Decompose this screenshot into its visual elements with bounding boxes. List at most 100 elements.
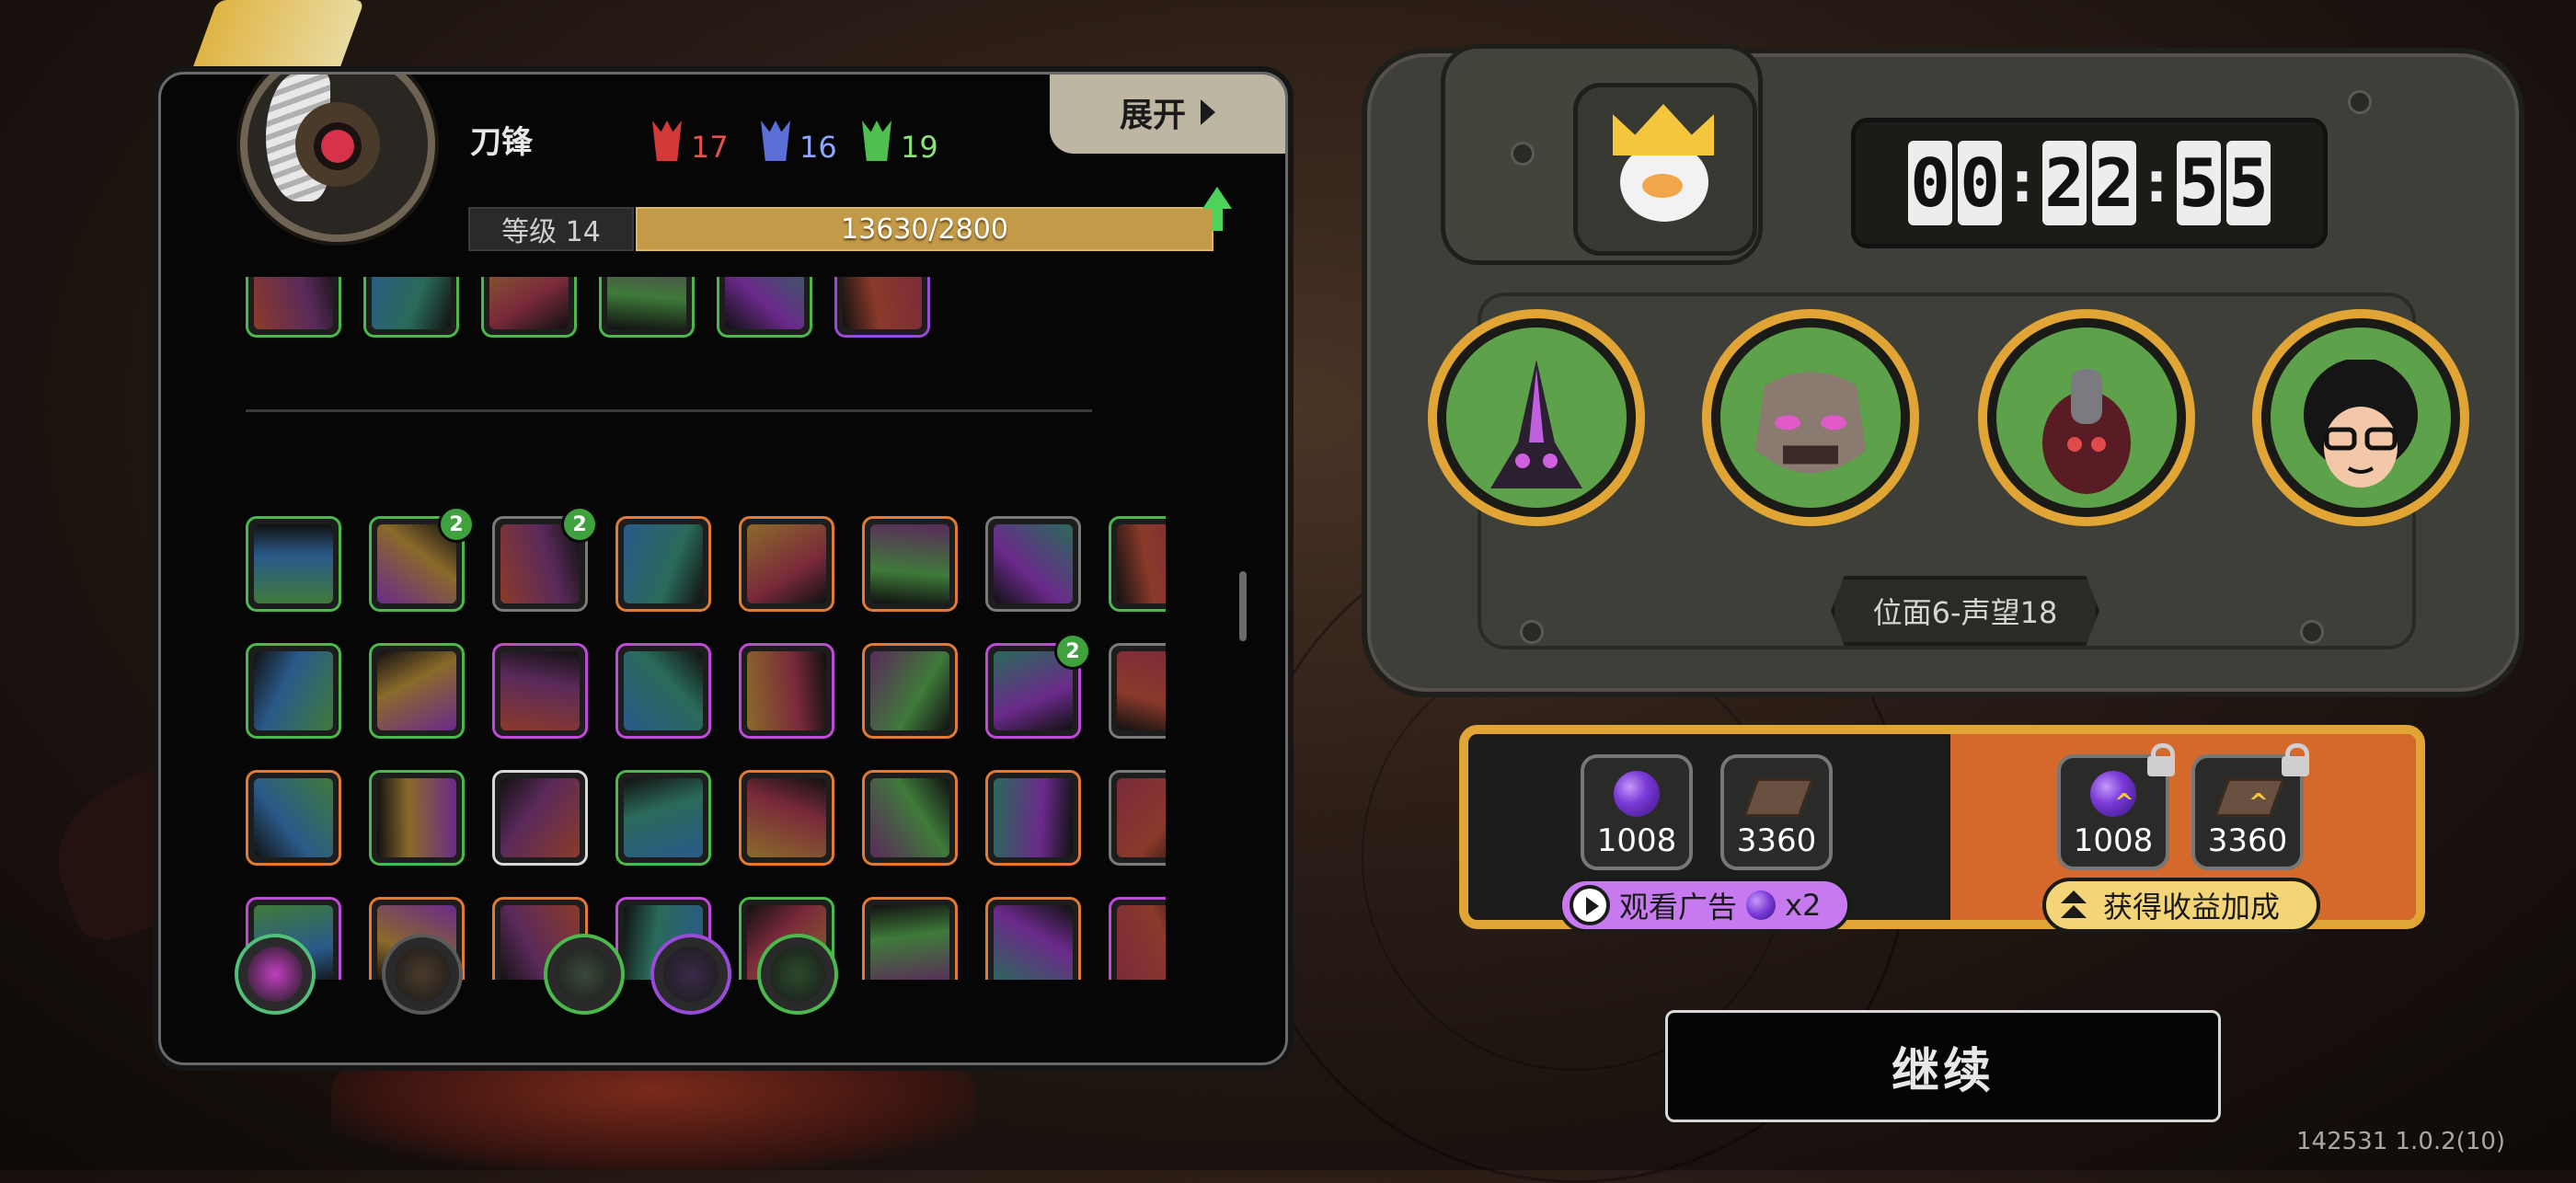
character-portrait-curly[interactable]: [2252, 309, 2469, 526]
watch-ad-label: 观看广告: [1619, 890, 1738, 925]
skill-art: [624, 778, 703, 857]
skill-green-blade-icon[interactable]: [985, 770, 1081, 866]
skill-pink-feather-icon[interactable]: 2: [1109, 516, 1166, 612]
reward-value: 1008: [2073, 822, 2154, 859]
skill-art: [624, 524, 703, 603]
skill-gold-wings-icon[interactable]: [492, 770, 588, 866]
continue-button[interactable]: 继续: [1665, 1010, 2221, 1122]
skill-art: [870, 651, 949, 730]
reward-item-book[interactable]: 3360: [1720, 754, 1833, 870]
skill-art: [254, 277, 333, 329]
crown-icon: [1613, 104, 1714, 155]
skill-gold-dragon-icon[interactable]: [717, 277, 812, 338]
screw: [2300, 620, 2324, 644]
skill-green-spikes-icon[interactable]: [481, 277, 577, 338]
king-portrait: [1573, 83, 1757, 256]
boost-chevron-icon: ^: [2114, 789, 2134, 817]
skill-purple-gold-banner-icon[interactable]: [363, 277, 459, 338]
filter-icons-row: [235, 928, 1155, 1029]
pink-flame-icon[interactable]: [235, 934, 316, 1015]
skill-gold-bird-icon[interactable]: [862, 516, 958, 612]
reward-value: 1008: [1596, 822, 1677, 859]
skill-red-hand-icon[interactable]: [739, 643, 834, 739]
skill-green-flame-icon[interactable]: [599, 277, 695, 338]
get-bonus-button[interactable]: 获得收益加成: [2042, 878, 2320, 933]
reward-machine: 0 0 : 2 2 : 5 5 位面6-声望18: [1362, 44, 2524, 697]
skill-art: [870, 524, 949, 603]
skill-blue-lightning-icon[interactable]: [1109, 643, 1166, 739]
skill-green-wind-icon[interactable]: 2: [369, 506, 475, 612]
bonus-item-book[interactable]: ^ 3360: [2191, 743, 2309, 870]
skill-blue-serpent-icon[interactable]: [1109, 770, 1166, 866]
skill-art: [843, 277, 922, 329]
character-portrait-knight[interactable]: [1978, 309, 2195, 526]
character-portrait-horned[interactable]: [1428, 309, 1645, 526]
skill-red-gear-icon[interactable]: [739, 770, 834, 866]
skill-hooded-figure-icon[interactable]: [246, 277, 341, 338]
filter-icon-art: [770, 947, 825, 1002]
gold-bird-icon[interactable]: [382, 934, 463, 1015]
flask-orb-icon[interactable]: [757, 934, 838, 1015]
hero-name: 刀锋: [470, 124, 533, 161]
skill-art: [747, 524, 826, 603]
timer-digit: 2: [2092, 141, 2136, 225]
red-mask-icon: [649, 115, 685, 165]
skill-art: [377, 778, 456, 857]
skill-pink-crystal-icon[interactable]: [862, 643, 958, 739]
skill-count-badge: 2: [438, 506, 475, 543]
timer-digit: 5: [2226, 141, 2271, 225]
skill-blue-gem-burst-icon[interactable]: [615, 643, 711, 739]
stat-green-value: 19: [901, 130, 938, 165]
skill-scrollbar[interactable]: [1239, 571, 1247, 641]
skill-gold-compass-icon[interactable]: [862, 770, 958, 866]
skill-green-rune-icon[interactable]: [615, 770, 711, 866]
screw: [2348, 90, 2372, 114]
timer-colon: :: [2145, 151, 2168, 215]
skill-list[interactable]: 2222: [246, 277, 1166, 980]
double-chevron-up-icon: [2055, 887, 2092, 924]
skill-art: [1117, 651, 1166, 730]
stat-green: 19: [858, 115, 938, 165]
skill-art: [500, 778, 580, 857]
bonus-item-gem[interactable]: ^ 1008: [2057, 743, 2175, 870]
skill-pink-mask-icon[interactable]: [739, 516, 834, 612]
triangle-orb-icon[interactable]: [544, 934, 625, 1015]
stat-red-value: 17: [691, 130, 729, 165]
lock-icon: [2145, 743, 2177, 776]
skill-red-claws-icon[interactable]: [985, 516, 1081, 612]
skill-art: [624, 651, 703, 730]
character-portrait-masked[interactable]: [1702, 309, 1919, 526]
heart-orb-icon[interactable]: [650, 934, 731, 1015]
expand-button[interactable]: 展开: [1050, 75, 1285, 154]
screw: [1520, 620, 1544, 644]
purple-gem-icon: [1614, 771, 1660, 817]
skill-red-spiral-icon[interactable]: [246, 643, 341, 739]
skill-purple-helmet-icon[interactable]: [834, 277, 930, 338]
skill-art: [747, 778, 826, 857]
watch-ad-button[interactable]: 观看广告 x2: [1558, 878, 1851, 933]
hero-avatar[interactable]: [240, 75, 435, 242]
timer-digit: 0: [1958, 141, 2002, 225]
skill-purple-eye-icon[interactable]: [492, 643, 588, 739]
reward-value: 3360: [2207, 822, 2288, 859]
skill-dark-cross-box-icon[interactable]: 2: [492, 506, 598, 612]
green-mask-icon: [858, 115, 895, 165]
level-up-arrow-icon[interactable]: [1197, 187, 1237, 235]
skill-dark-rack-icon[interactable]: [369, 643, 465, 739]
skill-art: [489, 277, 569, 329]
watch-ad-multiplier: x2: [1785, 888, 1822, 923]
skill-black-hood-icon[interactable]: [369, 770, 465, 866]
filter-icon-art: [395, 947, 450, 1002]
skill-green-tomb-icon[interactable]: [615, 516, 711, 612]
filter-icon-art: [557, 947, 612, 1002]
skill-count-badge: 2: [1054, 633, 1091, 670]
hero-panel: 刀锋 17 16 19 展开 等级 14 13630/2800 2222: [158, 72, 1288, 1065]
skill-red-slash-icon[interactable]: [246, 516, 341, 612]
skill-art: [1117, 524, 1166, 603]
reward-item-gem[interactable]: 1008: [1581, 754, 1693, 870]
xp-text: 13630/2800: [841, 212, 1008, 246]
skill-gold-crown-shield-icon[interactable]: [246, 770, 341, 866]
skill-art: [747, 651, 826, 730]
skill-count-badge: 2: [561, 506, 598, 543]
skill-purple-tower-icon[interactable]: 2: [985, 633, 1091, 739]
